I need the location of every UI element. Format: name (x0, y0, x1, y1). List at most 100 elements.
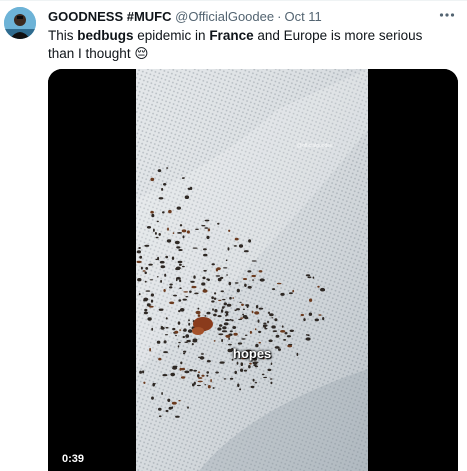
tweet-text: This bedbugs epidemic in France and Euro… (48, 27, 448, 63)
speckle (257, 319, 260, 323)
speckle (289, 329, 294, 332)
speckle (215, 371, 219, 374)
speckle (179, 329, 182, 331)
speckle (187, 406, 189, 409)
tweet[interactable]: GOODNESS #MUFC @OfficialGoodee · Oct 11 Th… (0, 0, 467, 471)
speckle (247, 270, 252, 273)
video-frame (48, 69, 458, 471)
speckle (223, 302, 227, 306)
speckle (213, 340, 216, 342)
speckle (252, 361, 255, 365)
speckle (268, 339, 273, 343)
speckle (175, 415, 180, 418)
speckle (142, 370, 145, 374)
speckle (193, 369, 198, 372)
speckle (157, 276, 159, 278)
speckle (170, 372, 176, 377)
speckle (185, 334, 190, 338)
video-player[interactable]: @officialgoodee hopes 0:39 (48, 69, 458, 471)
speckle (216, 267, 221, 270)
speckle (223, 322, 229, 326)
speckle (193, 381, 196, 385)
speckle (222, 298, 226, 301)
speckle (169, 283, 173, 286)
speckle (169, 301, 175, 305)
speckle (240, 317, 244, 319)
speckle (176, 206, 181, 210)
speckle (204, 384, 207, 386)
speckle (218, 299, 222, 302)
speckle (278, 348, 281, 351)
video-caption: hopes (233, 346, 272, 361)
speckle (236, 288, 240, 293)
speckle (236, 361, 239, 365)
speckle (283, 339, 287, 341)
user-handle[interactable]: @OfficialGoodee (175, 9, 274, 24)
speckle (239, 301, 242, 303)
speckle (288, 343, 293, 346)
speckle (229, 377, 234, 380)
speckle (280, 292, 285, 296)
speckle (253, 364, 257, 367)
speckle (160, 326, 164, 328)
speckle (280, 330, 286, 333)
timestamp[interactable]: Oct 11 (284, 9, 321, 24)
speckle (206, 311, 211, 315)
display-name[interactable]: GOODNESS #MUFC (48, 9, 172, 24)
speckle (178, 341, 181, 344)
speckle (192, 338, 198, 342)
speckle (160, 279, 162, 283)
speckle (162, 374, 168, 377)
speckle (176, 246, 181, 249)
speckle (200, 353, 204, 355)
speckle (232, 326, 237, 329)
speckle (206, 371, 209, 374)
speckle (165, 326, 169, 329)
speckle (252, 279, 255, 281)
speckle (155, 258, 158, 261)
speckle (197, 314, 201, 317)
video-watermark: @officialgoodee (297, 143, 333, 149)
speckle (179, 287, 182, 289)
speckle (206, 374, 209, 377)
speckle (193, 275, 196, 279)
speckle (180, 361, 183, 365)
speckle (207, 278, 210, 282)
speckle (144, 244, 150, 247)
speckle (145, 290, 151, 292)
keyword-france: France (209, 28, 254, 43)
more-options-button[interactable] (435, 5, 459, 25)
speckle (195, 228, 199, 230)
speckle (179, 224, 183, 227)
speckle (242, 315, 248, 319)
speckle (166, 167, 169, 169)
speckle (281, 325, 284, 328)
speckle (149, 279, 154, 281)
speckle (143, 311, 148, 315)
speckle (248, 239, 252, 243)
speckle (161, 187, 164, 191)
hashtag-bedbugs: bedbugs (77, 28, 134, 43)
speckle (183, 291, 189, 293)
speckle (320, 287, 325, 292)
speckle (178, 400, 181, 402)
speckle (171, 256, 175, 260)
speckle (197, 380, 203, 383)
speckle (202, 276, 206, 280)
speckle (160, 265, 166, 269)
speckle (158, 407, 162, 411)
speckle (255, 305, 259, 309)
speckle (228, 229, 231, 232)
speckle (211, 300, 215, 303)
speckle (182, 235, 185, 239)
avatar[interactable] (4, 7, 36, 39)
speckle (269, 378, 273, 380)
speckle (225, 334, 231, 338)
speckle (172, 232, 175, 235)
speckle (292, 289, 295, 293)
speckle (211, 296, 214, 300)
speckle (318, 314, 322, 316)
speckle (240, 362, 244, 367)
speckle (272, 288, 276, 291)
speckle (147, 317, 152, 321)
